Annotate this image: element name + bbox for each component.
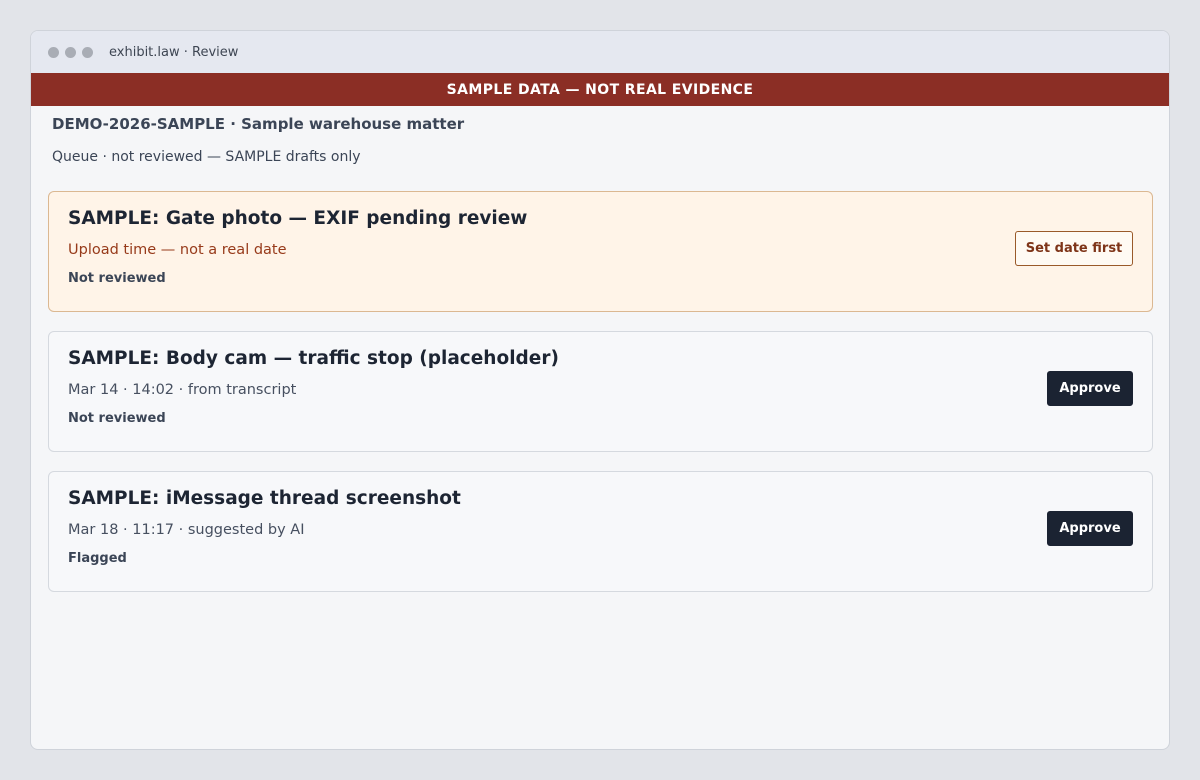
- evidence-meta: Upload time — not a real date: [68, 242, 287, 258]
- evidence-title: SAMPLE: iMessage thread screenshot: [68, 488, 461, 509]
- evidence-title: SAMPLE: Gate photo — EXIF pending review: [68, 208, 528, 229]
- evidence-meta: Mar 18 · 11:17 · suggested by AI: [68, 522, 305, 538]
- window-title: exhibit.law · Review: [109, 44, 239, 60]
- window-maximize-dot[interactable]: [82, 46, 93, 58]
- review-status: Not reviewed: [68, 411, 166, 426]
- window-minimize-dot[interactable]: [65, 46, 76, 58]
- sample-data-banner: SAMPLE DATA — NOT REAL EVIDENCE: [31, 73, 1169, 106]
- evidence-card: SAMPLE: Body cam — traffic stop (placeho…: [48, 331, 1153, 452]
- matter-title: DEMO-2026-SAMPLE · Sample warehouse matt…: [52, 115, 465, 133]
- evidence-card: SAMPLE: iMessage thread screenshot Mar 1…: [48, 471, 1153, 592]
- review-status: Not reviewed: [68, 271, 166, 286]
- queue-description: Queue · not reviewed — SAMPLE drafts onl…: [52, 149, 361, 165]
- approve-button[interactable]: Approve: [1047, 371, 1133, 406]
- evidence-title: SAMPLE: Body cam — traffic stop (placeho…: [68, 348, 559, 369]
- set-date-first-button[interactable]: Set date first: [1015, 231, 1133, 266]
- evidence-meta: Mar 14 · 14:02 · from transcript: [68, 382, 297, 398]
- window-close-dot[interactable]: [48, 46, 59, 58]
- app-window: exhibit.law · Review SAMPLE DATA — NOT R…: [30, 30, 1170, 750]
- evidence-card: SAMPLE: Gate photo — EXIF pending review…: [48, 191, 1153, 312]
- review-status: Flagged: [68, 551, 127, 566]
- approve-button[interactable]: Approve: [1047, 511, 1133, 546]
- title-bar: exhibit.law · Review: [31, 31, 1169, 73]
